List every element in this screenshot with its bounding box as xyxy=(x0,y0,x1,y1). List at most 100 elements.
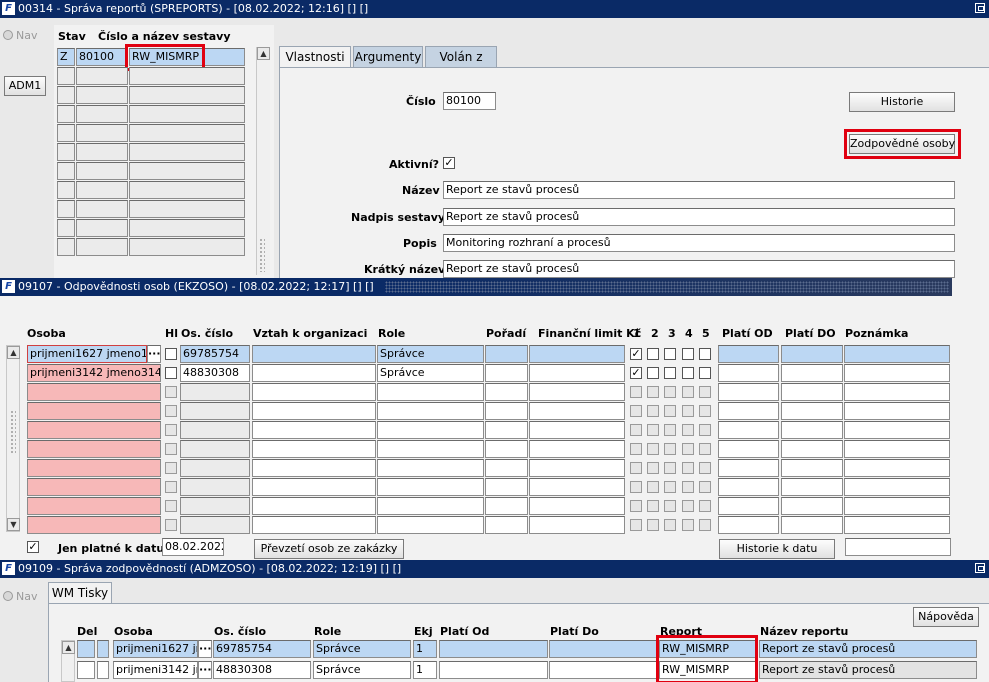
table-cell-pozn[interactable] xyxy=(844,402,950,420)
list-item-cislo[interactable] xyxy=(76,124,128,142)
table-cell-od[interactable] xyxy=(718,345,779,363)
limit-checkbox-5[interactable] xyxy=(699,386,711,398)
table-cell-sel[interactable] xyxy=(97,640,109,658)
w2-resize-grip[interactable] xyxy=(10,410,16,454)
nav-button[interactable]: Nav xyxy=(3,29,37,42)
table-cell-del[interactable] xyxy=(77,661,95,679)
limit-checkbox-3[interactable] xyxy=(664,481,676,493)
limit-checkbox-2[interactable] xyxy=(647,386,659,398)
table-cell-os_cislo[interactable]: 48830308 xyxy=(180,364,250,382)
list-item-nazev[interactable] xyxy=(129,219,245,237)
table-cell-osoba[interactable]: prijmeni3142 jmeno3142 xyxy=(27,364,161,382)
cislo-field[interactable]: 80100 xyxy=(443,92,496,110)
table-cell-role[interactable] xyxy=(377,516,484,534)
table-cell-ekj[interactable]: 1 xyxy=(413,661,437,679)
table-cell-role[interactable]: Správce xyxy=(313,661,411,679)
limit-checkbox-4[interactable] xyxy=(682,424,694,436)
table-cell-os_cislo[interactable]: 69785754 xyxy=(213,640,311,658)
limit-checkbox-1[interactable]: ✓ xyxy=(630,367,642,379)
table-cell-nazev_reportu[interactable]: Report ze stavů procesů xyxy=(759,640,977,658)
table-cell-do[interactable] xyxy=(781,459,843,477)
lov-ellipsis-button[interactable]: ··· xyxy=(198,661,212,679)
limit-checkbox-3[interactable] xyxy=(664,462,676,474)
table-cell-od[interactable] xyxy=(718,421,779,439)
limit-checkbox-2[interactable] xyxy=(647,500,659,512)
limit-checkbox-5[interactable] xyxy=(699,367,711,379)
hl-checkbox[interactable] xyxy=(165,519,177,531)
list-item-nazev[interactable] xyxy=(129,200,245,218)
limit-checkbox-3[interactable] xyxy=(664,405,676,417)
list-item-stav[interactable] xyxy=(57,124,75,142)
poznamka-detail-field[interactable] xyxy=(845,538,951,556)
table-cell-vztah[interactable] xyxy=(252,421,376,439)
table-cell-osoba[interactable]: prijmeni1627 jmeno1627 xyxy=(27,345,147,363)
list-item-nazev[interactable] xyxy=(129,105,245,123)
list-item-cislo[interactable] xyxy=(76,200,128,218)
limit-checkbox-2[interactable] xyxy=(647,348,659,360)
table-cell-role[interactable]: Správce xyxy=(377,364,484,382)
limit-checkbox-3[interactable] xyxy=(664,348,676,360)
table-cell-vztah[interactable] xyxy=(252,497,376,515)
table-cell-fin[interactable] xyxy=(529,459,625,477)
table-cell-do[interactable] xyxy=(781,345,843,363)
hl-checkbox[interactable] xyxy=(165,386,177,398)
table-cell-plati_od[interactable] xyxy=(439,640,548,658)
limit-checkbox-5[interactable] xyxy=(699,481,711,493)
table-cell-poradi[interactable] xyxy=(485,345,528,363)
table-cell-vztah[interactable] xyxy=(252,364,376,382)
limit-checkbox-3[interactable] xyxy=(664,367,676,379)
table-cell-vztah[interactable] xyxy=(252,383,376,401)
table-cell-os_cislo[interactable] xyxy=(180,478,250,496)
limit-checkbox-2[interactable] xyxy=(647,462,659,474)
tab-volan-z[interactable]: Volán z xyxy=(425,46,497,68)
limit-checkbox-3[interactable] xyxy=(664,519,676,531)
list-item-cislo[interactable] xyxy=(76,219,128,237)
table-cell-pozn[interactable] xyxy=(844,421,950,439)
table-cell-pozn[interactable] xyxy=(844,516,950,534)
list-item-stav[interactable] xyxy=(57,162,75,180)
table-cell-fin[interactable] xyxy=(529,402,625,420)
table-cell-osoba[interactable] xyxy=(27,516,161,534)
table-cell-poradi[interactable] xyxy=(485,478,528,496)
jen-platne-checkbox[interactable]: ✓ xyxy=(27,541,39,553)
window3-titlebar[interactable]: F 09109 - Správa zodpovědností (ADMZOSO)… xyxy=(0,560,989,578)
limit-checkbox-2[interactable] xyxy=(647,367,659,379)
row1-cislo[interactable]: 80100 xyxy=(76,48,128,66)
list-item-cislo[interactable] xyxy=(76,105,128,123)
scroll-up-icon[interactable]: ▲ xyxy=(7,346,20,359)
table-cell-fin[interactable] xyxy=(529,345,625,363)
hl-checkbox[interactable] xyxy=(165,424,177,436)
lov-ellipsis-button[interactable]: ··· xyxy=(147,345,161,363)
table-cell-pozn[interactable] xyxy=(844,440,950,458)
table-cell-do[interactable] xyxy=(781,364,843,382)
table-cell-poradi[interactable] xyxy=(485,497,528,515)
limit-checkbox-4[interactable] xyxy=(682,367,694,379)
table-cell-od[interactable] xyxy=(718,459,779,477)
table-cell-role[interactable] xyxy=(377,402,484,420)
list-item-cislo[interactable] xyxy=(76,238,128,256)
table-cell-od[interactable] xyxy=(718,497,779,515)
table-cell-vztah[interactable] xyxy=(252,345,376,363)
limit-checkbox-4[interactable] xyxy=(682,481,694,493)
limit-checkbox-4[interactable] xyxy=(682,500,694,512)
limit-checkbox-5[interactable] xyxy=(699,519,711,531)
limit-checkbox-2[interactable] xyxy=(647,481,659,493)
limit-checkbox-3[interactable] xyxy=(664,443,676,455)
table-cell-osoba[interactable] xyxy=(27,383,161,401)
limit-checkbox-1[interactable] xyxy=(630,500,642,512)
list-item-nazev[interactable] xyxy=(129,86,245,104)
table-cell-os_cislo[interactable] xyxy=(180,383,250,401)
hl-checkbox[interactable] xyxy=(165,405,177,417)
table-cell-poradi[interactable] xyxy=(485,364,528,382)
tab-vlastnosti[interactable]: Vlastnosti xyxy=(279,46,351,68)
limit-checkbox-2[interactable] xyxy=(647,405,659,417)
table-cell-pozn[interactable] xyxy=(844,497,950,515)
list-item-stav[interactable] xyxy=(57,67,75,85)
scroll-down-icon[interactable]: ▼ xyxy=(7,518,20,531)
limit-checkbox-1[interactable] xyxy=(630,405,642,417)
table-cell-pozn[interactable] xyxy=(844,345,950,363)
list-item-cislo[interactable] xyxy=(76,67,128,85)
napoveda-button[interactable]: Nápověda xyxy=(913,607,979,627)
table-cell-poradi[interactable] xyxy=(485,440,528,458)
table-cell-poradi[interactable] xyxy=(485,459,528,477)
